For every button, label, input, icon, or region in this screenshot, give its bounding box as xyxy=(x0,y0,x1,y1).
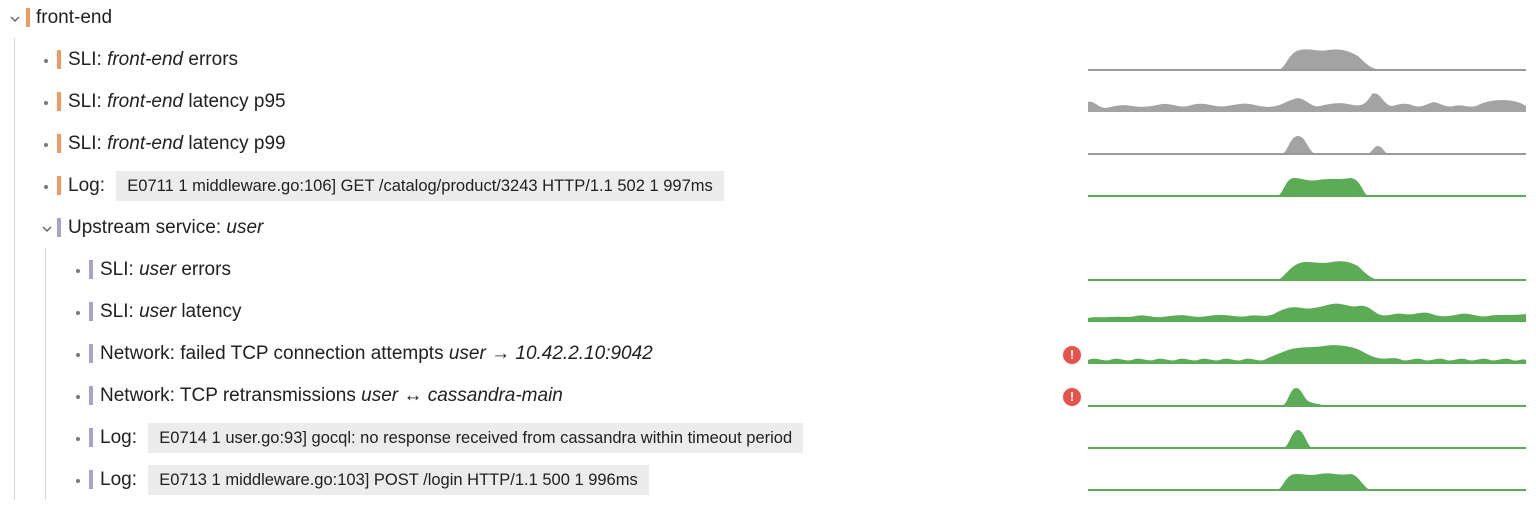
sparkline xyxy=(1088,332,1526,372)
bullet-dot xyxy=(76,479,80,483)
service-color-bar xyxy=(89,386,93,405)
sparkline xyxy=(1088,374,1526,414)
item-label: SLI: user latency xyxy=(100,301,242,322)
sparkline xyxy=(1088,164,1526,204)
service-color-bar xyxy=(89,344,93,363)
tree-item-log-gocql[interactable]: Log: E0714 1 user.go:93] gocql: no respo… xyxy=(0,416,1536,458)
bullet-dot xyxy=(76,311,80,315)
service-color-bar xyxy=(57,92,61,111)
service-color-bar xyxy=(57,176,61,195)
bullet-dot xyxy=(76,269,80,273)
tree-item-user-errors[interactable]: SLI: user errors xyxy=(0,248,1536,290)
item-label: Log: E0711 1 middleware.go:106] GET /cat… xyxy=(68,171,724,201)
sparkline xyxy=(1088,248,1526,288)
bullet-dot xyxy=(44,101,48,105)
log-message: E0713 1 middleware.go:103] POST /login H… xyxy=(148,465,649,495)
tree-item-user-latency[interactable]: SLI: user latency xyxy=(0,290,1536,332)
chevron-down-icon[interactable] xyxy=(40,222,54,236)
service-color-bar xyxy=(89,470,93,489)
root-label: front-end xyxy=(36,7,113,28)
item-label: Network: TCP retransmissions user ↔ cass… xyxy=(100,385,563,406)
service-color-bar xyxy=(26,8,30,27)
sparkline xyxy=(1088,416,1526,456)
service-color-bar xyxy=(89,260,93,279)
item-label: SLI: front-end latency p95 xyxy=(68,91,286,112)
sparkline xyxy=(1088,290,1526,330)
sparkline xyxy=(1088,80,1526,120)
tree-item-network-failed-tcp[interactable]: Network: failed TCP connection attempts … xyxy=(0,332,1536,374)
service-color-bar xyxy=(57,218,61,237)
log-message: E0711 1 middleware.go:106] GET /catalog/… xyxy=(116,171,724,201)
tree-item-sli-latency-p99[interactable]: SLI: front-end latency p99 xyxy=(0,122,1536,164)
service-color-bar xyxy=(89,302,93,321)
bullet-dot xyxy=(44,143,48,147)
bullet-dot xyxy=(44,59,48,63)
item-label: SLI: front-end latency p99 xyxy=(68,133,286,154)
sparkline xyxy=(1088,122,1526,162)
tree-item-log[interactable]: Log: E0711 1 middleware.go:106] GET /cat… xyxy=(0,164,1536,206)
bullet-dot xyxy=(76,395,80,399)
bullet-dot xyxy=(44,185,48,189)
item-label: Log: E0714 1 user.go:93] gocql: no respo… xyxy=(100,423,804,453)
sparkline xyxy=(1088,458,1526,498)
tree-item-network-tcp-retransmissions[interactable]: Network: TCP retransmissions user ↔ cass… xyxy=(0,374,1536,416)
tree-item-sli-latency-p95[interactable]: SLI: front-end latency p95 xyxy=(0,80,1536,122)
chevron-down-icon[interactable] xyxy=(8,12,22,26)
alert-icon[interactable]: ! xyxy=(1063,388,1081,406)
tree-group-upstream-user[interactable]: Upstream service: user xyxy=(0,206,1536,248)
item-label: Network: failed TCP connection attempts … xyxy=(100,343,653,364)
item-label: SLI: user errors xyxy=(100,259,231,280)
bullet-dot xyxy=(76,437,80,441)
tree-item-log-login[interactable]: Log: E0713 1 middleware.go:103] POST /lo… xyxy=(0,458,1536,500)
tree-item-sli-errors[interactable]: SLI: front-end errors xyxy=(0,38,1536,80)
service-color-bar xyxy=(89,428,93,447)
service-color-bar xyxy=(57,50,61,69)
tree-root-front-end[interactable]: front-end xyxy=(0,0,1536,36)
item-label: Log: E0713 1 middleware.go:103] POST /lo… xyxy=(100,465,649,495)
service-color-bar xyxy=(57,134,61,153)
log-message: E0714 1 user.go:93] gocql: no response r… xyxy=(148,423,804,453)
alert-icon[interactable]: ! xyxy=(1063,346,1081,364)
sparkline xyxy=(1088,38,1526,78)
item-label: SLI: front-end errors xyxy=(68,49,239,70)
bullet-dot xyxy=(76,353,80,357)
group-label: Upstream service: user xyxy=(68,217,264,238)
